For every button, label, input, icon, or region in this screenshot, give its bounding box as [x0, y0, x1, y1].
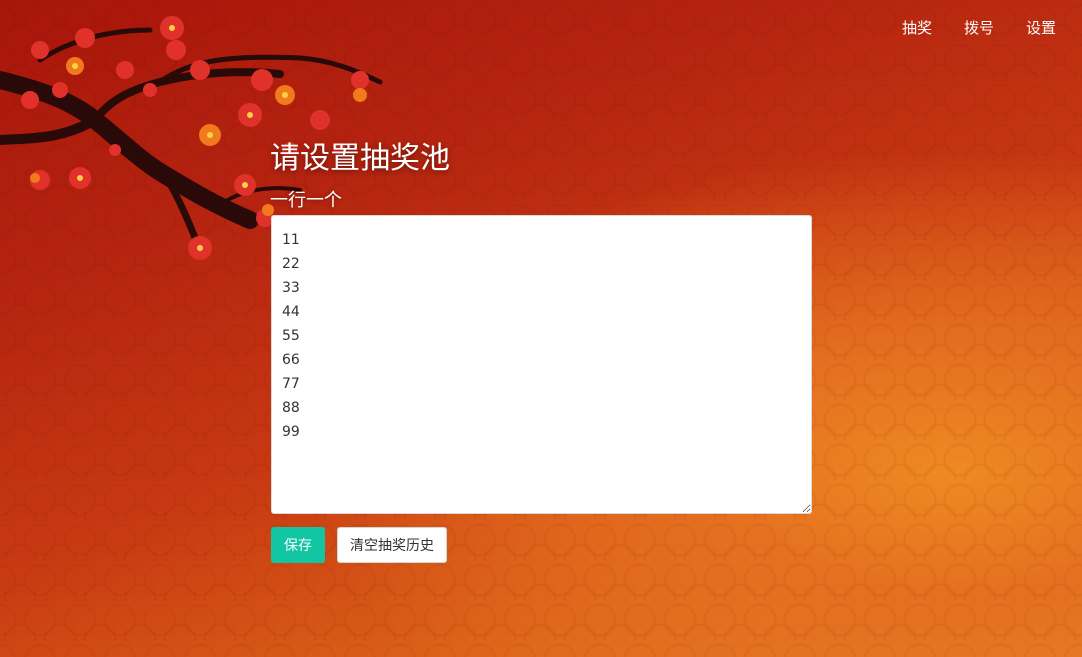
save-button[interactable]: 保存	[271, 527, 325, 563]
lottery-pool-textarea[interactable]: 11 22 33 44 55 66 77 88 99	[271, 215, 812, 514]
nav-item-dial[interactable]: 拨号	[948, 16, 1010, 40]
nav-item-draw[interactable]: 抽奖	[886, 16, 948, 40]
page-subtitle: 一行一个	[270, 190, 342, 211]
action-buttons: 保存 清空抽奖历史	[271, 527, 812, 563]
settings-panel: 请设置抽奖池 一行一个 11 22 33 44 55 66 77 88 99 保…	[270, 138, 812, 563]
top-nav: 抽奖 拨号 设置	[886, 16, 1072, 40]
nav-item-settings[interactable]: 设置	[1010, 16, 1072, 40]
clear-history-button[interactable]: 清空抽奖历史	[337, 527, 447, 563]
page-title: 请设置抽奖池	[270, 141, 450, 176]
